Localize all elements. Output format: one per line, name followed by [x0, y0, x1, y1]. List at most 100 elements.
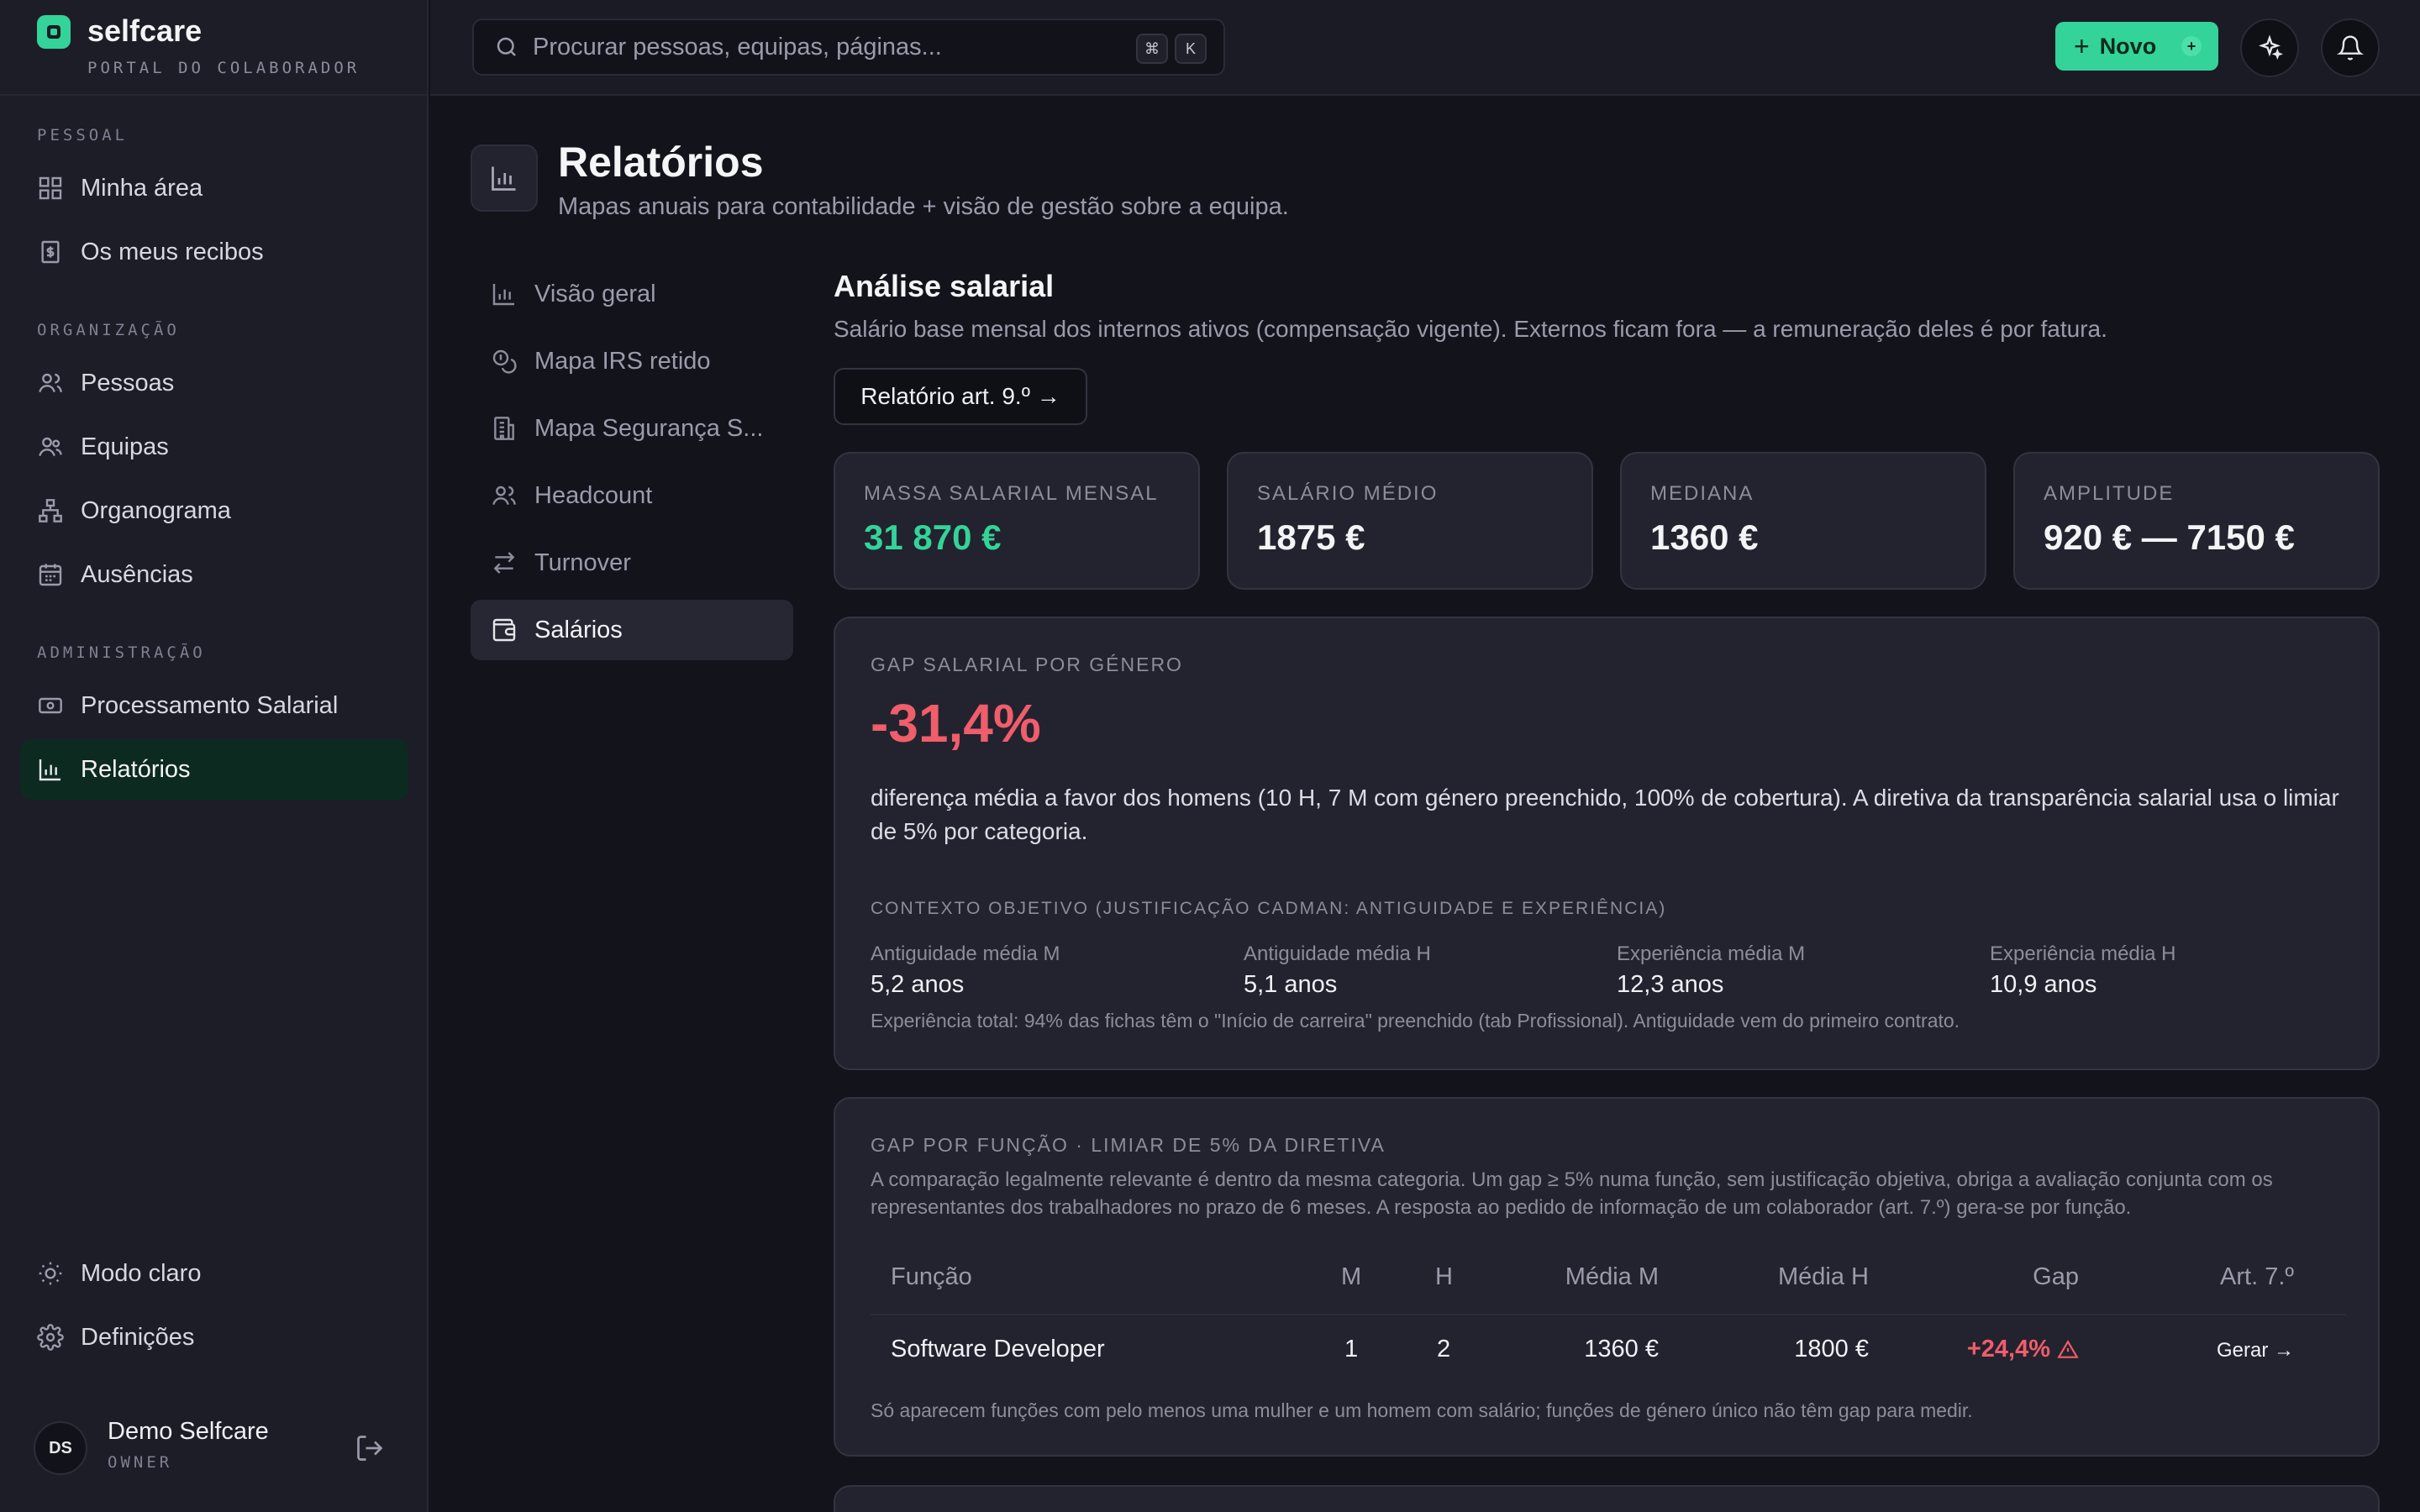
user-profile[interactable]: DS Demo Selfcare OWNER	[34, 1418, 395, 1478]
kpi-card-mediana: MEDIANA 1360 €	[1620, 452, 1986, 590]
sidebar-item-minha-area[interactable]: Minha área	[20, 158, 408, 218]
wallet-icon	[492, 618, 516, 642]
subnav-turnover[interactable]: Turnover	[471, 533, 793, 593]
function-gap-note: Só aparecem funções com pelo menos uma m…	[871, 1399, 1973, 1421]
banknote-icon	[39, 697, 62, 714]
section-title: Análise salarial	[834, 269, 1055, 303]
nav-section-pessoal: PESSOAL	[37, 126, 129, 144]
sidebar-item-recibos[interactable]: Os meus recibos	[20, 222, 408, 282]
column-header-gap: Gap	[2033, 1263, 2079, 1290]
theme-toggle[interactable]: Modo claro	[20, 1243, 408, 1304]
gender-gap-description: diferença média a favor dos homens (10 H…	[871, 785, 2339, 844]
subnav-headcount[interactable]: Headcount	[471, 465, 793, 526]
sidebar-item-ausencias[interactable]: Ausências	[20, 544, 408, 605]
subnav-visao-geral[interactable]: Visão geral	[471, 264, 793, 324]
sidebar-item-pessoas[interactable]: Pessoas	[20, 353, 408, 413]
context-label: Antiguidade média M	[871, 942, 1060, 965]
generate-link[interactable]: Gerar →	[2143, 1339, 2294, 1362]
subnav-label: Mapa Segurança S...	[534, 414, 764, 442]
sidebar-item-organograma[interactable]: Organograma	[20, 480, 408, 541]
arrows-swap-icon	[493, 552, 515, 574]
gender-gap-value: -31,4%	[871, 693, 1041, 753]
bar-chart-icon	[492, 284, 514, 306]
sidebar-item-label: Ausências	[81, 560, 193, 588]
cell-h: 2	[1437, 1336, 1451, 1362]
sidebar-item-label: Minha área	[81, 174, 203, 202]
function-gap-description: A comparação legalmente relevante é dent…	[871, 1168, 2273, 1219]
column-header-art-7: Art. 7.º	[2220, 1263, 2294, 1290]
bell-icon	[2337, 35, 2364, 60]
article-9-report-button[interactable]: Relatório art. 9.º →	[834, 368, 1087, 425]
column-header-media-h: Média H	[1778, 1263, 1869, 1290]
bar-chart-icon	[492, 166, 516, 191]
user-name: Demo Selfcare	[108, 1418, 269, 1445]
sparkles-icon	[2258, 34, 2283, 60]
cell-media-h: 1800 €	[1794, 1336, 1869, 1362]
plus-icon: +	[2074, 30, 2090, 61]
sidebar-item-relatorios[interactable]: Relatórios	[20, 739, 408, 800]
function-gap-card: GAP POR FUNÇÃO · LIMIAR DE 5% DA DIRETIV…	[834, 1097, 2380, 1457]
cell-media-m: 1360 €	[1584, 1336, 1659, 1362]
people-icon	[39, 373, 62, 393]
brand-subtitle: PORTAL DO COLABORADOR	[87, 59, 360, 77]
settings-label: Definições	[81, 1323, 195, 1351]
search-icon	[497, 37, 516, 56]
search-bar[interactable]: ⌘ K	[472, 18, 1225, 76]
column-header-media-m: Média M	[1565, 1263, 1659, 1290]
user-role: OWNER	[108, 1453, 173, 1472]
subnav-mapa-irs[interactable]: Mapa IRS retido	[471, 331, 793, 391]
sidebar-item-label: Relatórios	[81, 755, 191, 783]
bar-chart-icon	[39, 759, 60, 781]
sidebar-item-processamento-salarial[interactable]: Processamento Salarial	[20, 675, 408, 736]
context-caption: CONTEXTO OBJETIVO (JUSTIFICAÇÃO CADMAN: …	[871, 899, 1667, 918]
calendar-icon	[39, 564, 62, 586]
section-description: Salário base mensal dos internos ativos …	[834, 316, 2107, 342]
kpi-card-massa-salarial: MASSA SALARIAL MENSAL 31 870 €	[834, 452, 1200, 590]
sidebar-item-equipas[interactable]: Equipas	[20, 417, 408, 477]
dashboard-icon	[39, 176, 62, 200]
cell-m: 1	[1344, 1336, 1359, 1362]
subnav-label: Salários	[534, 616, 623, 643]
topbar: ⌘ K + Novo +	[430, 0, 2420, 96]
search-input[interactable]	[533, 33, 1121, 61]
sidebar: selfcare PORTAL DO COLABORADOR PESSOAL M…	[0, 0, 429, 1512]
theme-toggle-label: Modo claro	[81, 1259, 202, 1287]
ai-assistant-button[interactable]	[2240, 18, 2299, 77]
team-icon	[39, 437, 62, 457]
kpi-value: 920 € — 7150 €	[2044, 517, 2295, 557]
logout-icon[interactable]	[355, 1433, 385, 1463]
kpi-label: SALÁRIO MÉDIO	[1257, 482, 1439, 505]
nav-section-administracao: ADMINISTRAÇÃO	[37, 643, 206, 662]
gear-icon	[37, 1324, 64, 1351]
subnav-salarios[interactable]: Salários	[471, 600, 793, 660]
column-header-funcao: Função	[891, 1263, 972, 1290]
page-subtitle: Mapas anuais para contabilidade + visão …	[558, 193, 1289, 220]
notifications-button[interactable]	[2321, 18, 2380, 77]
kpi-label: MASSA SALARIAL MENSAL	[864, 482, 1159, 505]
sidebar-item-label: Equipas	[81, 433, 169, 460]
subnav-label: Mapa IRS retido	[534, 347, 711, 375]
gender-gap-card: GAP SALARIAL POR GÉNERO -31,4% diferença…	[834, 617, 2380, 1070]
page-icon	[471, 144, 538, 212]
kpi-value: 1875 €	[1257, 517, 1365, 557]
kpi-label: AMPLITUDE	[2044, 482, 2175, 505]
cell-funcao: Software Developer	[891, 1336, 1105, 1362]
context-label: Experiência média M	[1617, 942, 1806, 965]
brand-logo-icon	[37, 15, 71, 49]
context-label: Experiência média H	[1990, 942, 2176, 965]
new-button-label: Novo	[2099, 33, 2157, 59]
settings-link[interactable]: Definições	[20, 1307, 408, 1368]
building-icon	[494, 417, 514, 440]
warning-icon	[2057, 1339, 2079, 1358]
kpi-value: 31 870 €	[864, 517, 1002, 557]
new-button[interactable]: + Novo +	[2055, 22, 2218, 71]
context-label: Antiguidade média H	[1244, 942, 1431, 965]
kpi-card-amplitude: AMPLITUDE 920 € — 7150 €	[2013, 452, 2380, 590]
next-report-card	[834, 1485, 2380, 1512]
sidebar-divider	[0, 94, 429, 96]
table-divider	[871, 1314, 2346, 1315]
subnav-mapa-seguranca-social[interactable]: Mapa Segurança S...	[471, 398, 793, 459]
context-value: 12,3 anos	[1617, 971, 1724, 998]
context-note: Experiência total: 94% das fichas têm o …	[871, 1010, 1960, 1032]
sidebar-item-label: Pessoas	[81, 369, 175, 396]
